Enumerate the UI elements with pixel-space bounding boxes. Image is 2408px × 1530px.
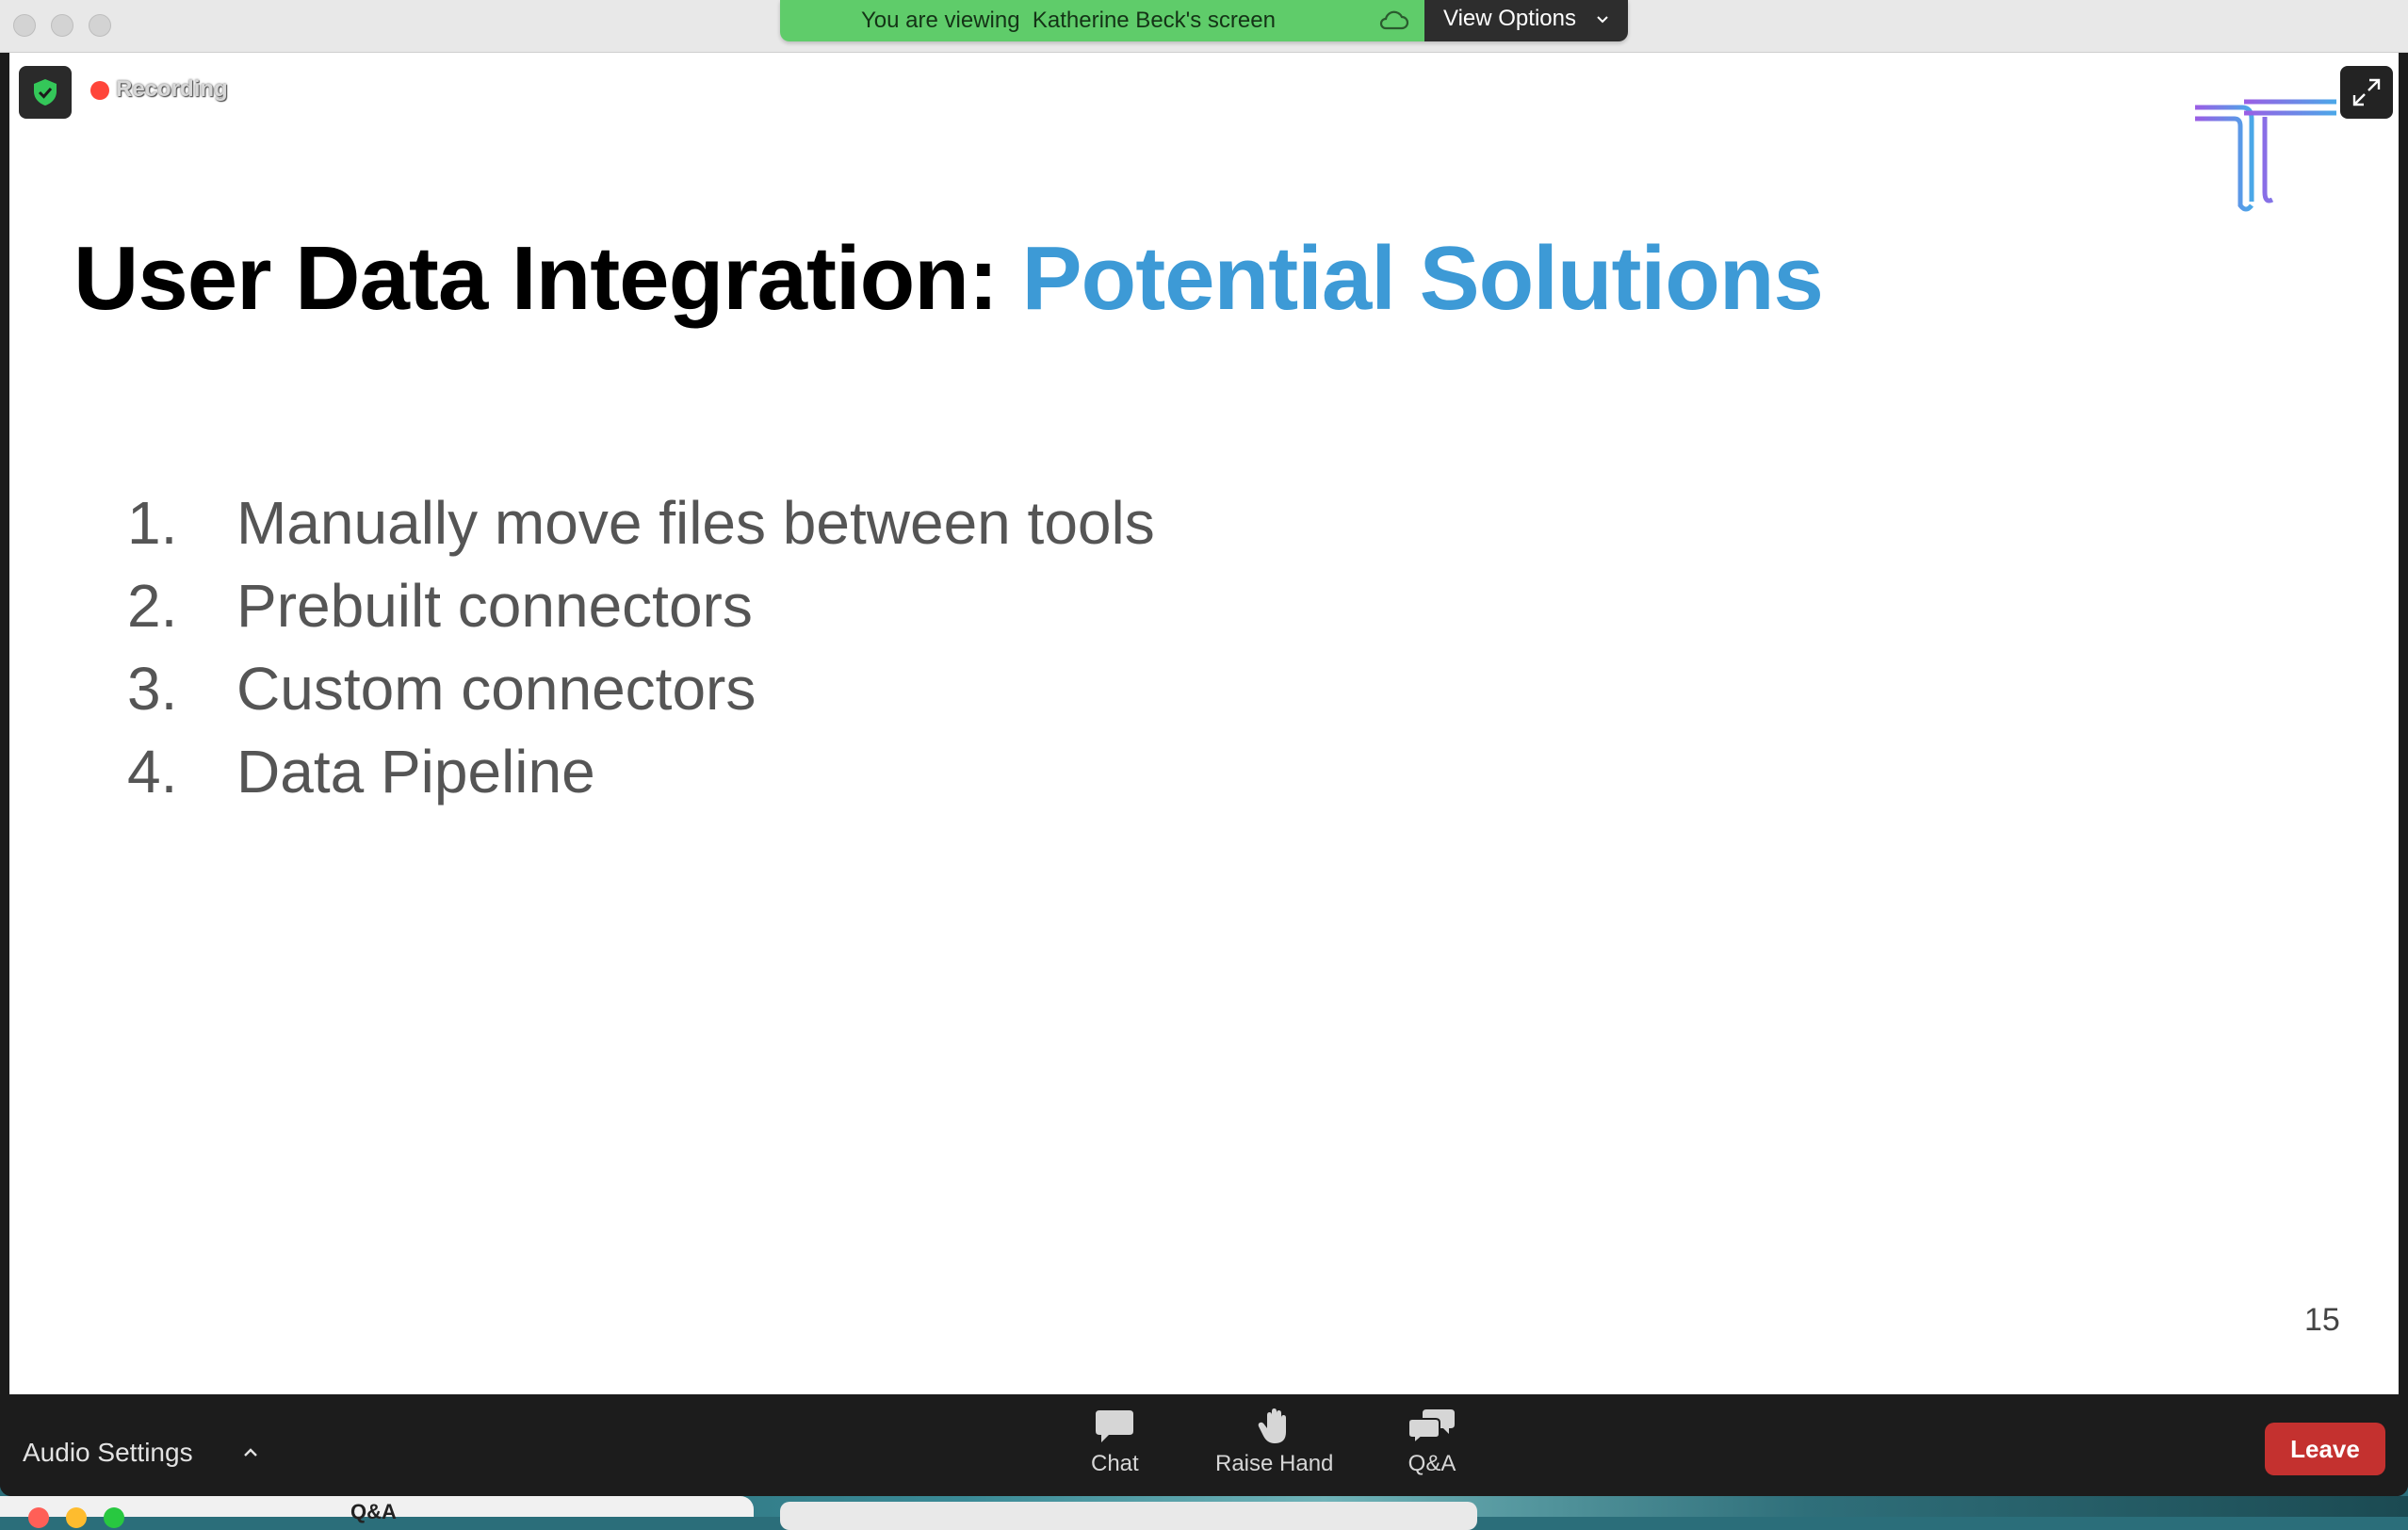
recording-icon [90, 81, 109, 100]
solutions-list: 1. Manually move files between tools 2. … [127, 481, 1155, 813]
background-qa-window[interactable]: Q&A [0, 1496, 754, 1528]
list-item: 2. Prebuilt connectors [127, 564, 1155, 647]
raised-hand-icon [1258, 1408, 1286, 1443]
window-close-button[interactable] [13, 14, 36, 37]
raise-hand-label: Raise Hand [1215, 1451, 1334, 1476]
chat-label: Chat [1091, 1451, 1139, 1476]
raise-hand-button[interactable]: Raise Hand [1215, 1408, 1333, 1477]
chat-icon [1096, 1410, 1134, 1442]
company-logo [2195, 99, 2336, 212]
shared-screen: Recording User Data Integration: Potenti… [9, 53, 2399, 1394]
list-item-number: 3. [127, 655, 178, 723]
view-options-button[interactable]: View Options [1424, 0, 1628, 41]
list-item: 3. Custom connectors [127, 647, 1155, 730]
cloud-icon [1379, 10, 1409, 30]
zoom-meeting-window: You are viewing Katherine Beck's screen … [0, 0, 2408, 1496]
list-item-number: 1. [127, 489, 178, 557]
chevron-up-icon[interactable] [240, 1442, 261, 1463]
list-item-number: 2. [127, 572, 178, 640]
chevron-down-icon [1597, 16, 1608, 24]
recording-label: Recording [116, 76, 228, 102]
minimize-dot[interactable] [66, 1507, 87, 1528]
qa-button[interactable]: Q&A [1407, 1408, 1456, 1477]
slide-page-number: 15 [2304, 1302, 2340, 1338]
shield-icon [34, 79, 57, 106]
background-window-title: Q&A [350, 1500, 397, 1523]
desktop-background: Q&A [0, 1496, 2408, 1530]
zoom-dot[interactable] [104, 1507, 124, 1528]
close-dot[interactable] [28, 1507, 49, 1528]
list-item-text: Manually move files between tools [236, 489, 1155, 557]
list-item-number: 4. [127, 738, 178, 806]
audio-settings-button[interactable]: Audio Settings [23, 1434, 261, 1472]
list-item-text: Custom connectors [236, 655, 757, 723]
window-zoom-button[interactable] [89, 14, 111, 37]
chat-button[interactable]: Chat [1091, 1408, 1139, 1477]
audio-settings-label: Audio Settings [23, 1438, 193, 1467]
slide-title-accent: Potential Solutions [1021, 228, 1824, 329]
list-item: 1. Manually move files between tools [127, 481, 1155, 564]
screen-share-banner: You are viewing Katherine Beck's screen … [780, 0, 1628, 41]
background-window-bar [780, 1502, 1477, 1530]
meeting-toolbar: Audio Settings Chat Raise Hand Q&A Leave [0, 1394, 2408, 1496]
viewing-indicator: You are viewing Katherine Beck's screen [780, 0, 1424, 41]
list-item-text: Data Pipeline [236, 738, 595, 806]
list-item: 4. Data Pipeline [127, 730, 1155, 813]
slide-title: User Data Integration: Potential Solutio… [73, 227, 1824, 331]
list-item-text: Prebuilt connectors [236, 572, 753, 640]
viewing-text: You are viewing Katherine Beck's screen [861, 8, 1276, 33]
leave-button[interactable]: Leave [2265, 1423, 2385, 1475]
title-bar: You are viewing Katherine Beck's screen … [0, 0, 2408, 53]
window-minimize-button[interactable] [51, 14, 73, 37]
qa-icon [1407, 1409, 1455, 1445]
qa-label: Q&A [1407, 1451, 1456, 1476]
slide-title-main: User Data Integration: [73, 228, 1022, 329]
expand-icon [2352, 78, 2381, 106]
view-options-label: View Options [1443, 6, 1576, 31]
security-shield-button[interactable] [19, 66, 72, 119]
